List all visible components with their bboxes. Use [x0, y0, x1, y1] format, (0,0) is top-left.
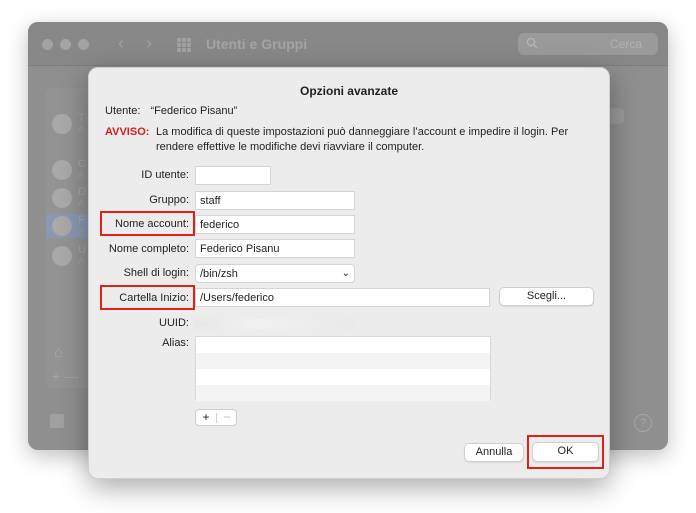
- alias-add-remove-control: + −: [195, 409, 237, 426]
- dialog-title: Opzioni avanzate: [299, 84, 399, 98]
- sidebar-user-name: D: [78, 186, 86, 198]
- sidebar-user-role: A: [78, 124, 85, 134]
- avatar: [52, 188, 72, 208]
- minimize-window-button[interactable]: [60, 39, 71, 50]
- forward-icon[interactable]: ›: [146, 33, 152, 54]
- group-label: Gruppo:: [149, 194, 189, 206]
- user-id-field[interactable]: [195, 166, 271, 185]
- login-shell-label: Shell di login:: [123, 267, 189, 279]
- sidebar-user-role: A: [78, 226, 85, 236]
- sidebar-user-name: F: [78, 214, 85, 226]
- chevron-down-icon: ⌄: [341, 268, 350, 279]
- uuid-label: UUID:: [159, 317, 189, 329]
- login-shell-select[interactable]: /bin/zsh ⌄: [195, 264, 355, 283]
- warning-tag: AVVISO:: [105, 126, 150, 138]
- remove-alias-button[interactable]: −: [217, 410, 237, 425]
- account-name-label: Nome account:: [115, 218, 189, 230]
- avatar: [52, 246, 72, 266]
- sidebar-user-name: U: [78, 244, 86, 256]
- sidebar-user-name: C: [78, 158, 86, 170]
- search-icon: [526, 37, 538, 49]
- lock-icon[interactable]: [50, 414, 64, 428]
- user-line: Utente: “Federico Pisanu”: [105, 105, 237, 117]
- user-label: Utente:: [105, 105, 141, 117]
- alias-row[interactable]: [196, 353, 490, 369]
- back-icon[interactable]: ‹: [118, 33, 124, 54]
- warning-text: La modifica di queste impostazioni può d…: [156, 126, 569, 153]
- group-field[interactable]: staff: [195, 191, 355, 210]
- add-alias-button[interactable]: +: [196, 410, 216, 425]
- sidebar-user-role: A: [78, 256, 85, 266]
- sidebar-user-role: A: [78, 170, 85, 180]
- house-icon[interactable]: ⌂: [54, 344, 63, 361]
- add-user-icon[interactable]: + —: [52, 368, 78, 384]
- avatar: [52, 114, 72, 134]
- alias-list[interactable]: [195, 336, 491, 401]
- alias-row[interactable]: [196, 369, 490, 385]
- account-name-field[interactable]: federico: [195, 215, 355, 234]
- help-icon[interactable]: ?: [634, 414, 652, 432]
- full-name-label: Nome completo:: [108, 243, 189, 255]
- sidebar-user-name: T: [78, 112, 85, 124]
- alias-label: Alias:: [162, 337, 189, 349]
- choose-button[interactable]: Scegli...: [499, 287, 594, 306]
- avatar: [52, 216, 72, 236]
- background-titlebar: ‹ › Utenti e Gruppi Cerca: [28, 22, 668, 66]
- full-name-field[interactable]: Federico Pisanu: [195, 239, 355, 258]
- login-shell-value: /bin/zsh: [200, 268, 238, 280]
- search-field[interactable]: Cerca: [518, 33, 658, 55]
- alias-row[interactable]: [196, 337, 490, 353]
- uuid-value: [195, 319, 355, 329]
- zoom-window-button[interactable]: [78, 39, 89, 50]
- avatar: [52, 160, 72, 180]
- alias-row[interactable]: [196, 385, 490, 401]
- sidebar-user-role: A: [78, 198, 85, 208]
- user-value: “Federico Pisanu”: [150, 105, 238, 117]
- cancel-button[interactable]: Annulla: [464, 443, 524, 462]
- close-window-button[interactable]: [42, 39, 53, 50]
- ok-button[interactable]: OK: [532, 442, 599, 462]
- grid-icon[interactable]: [177, 38, 191, 52]
- user-id-label: ID utente:: [141, 169, 189, 181]
- window-title: Utenti e Gruppi: [206, 36, 308, 52]
- home-folder-label: Cartella Inizio:: [119, 292, 189, 304]
- home-folder-field[interactable]: /Users/federico: [195, 288, 490, 307]
- advanced-options-dialog: Opzioni avanzate Utente: “Federico Pisanu…: [88, 67, 610, 479]
- search-placeholder: Cerca: [609, 37, 642, 51]
